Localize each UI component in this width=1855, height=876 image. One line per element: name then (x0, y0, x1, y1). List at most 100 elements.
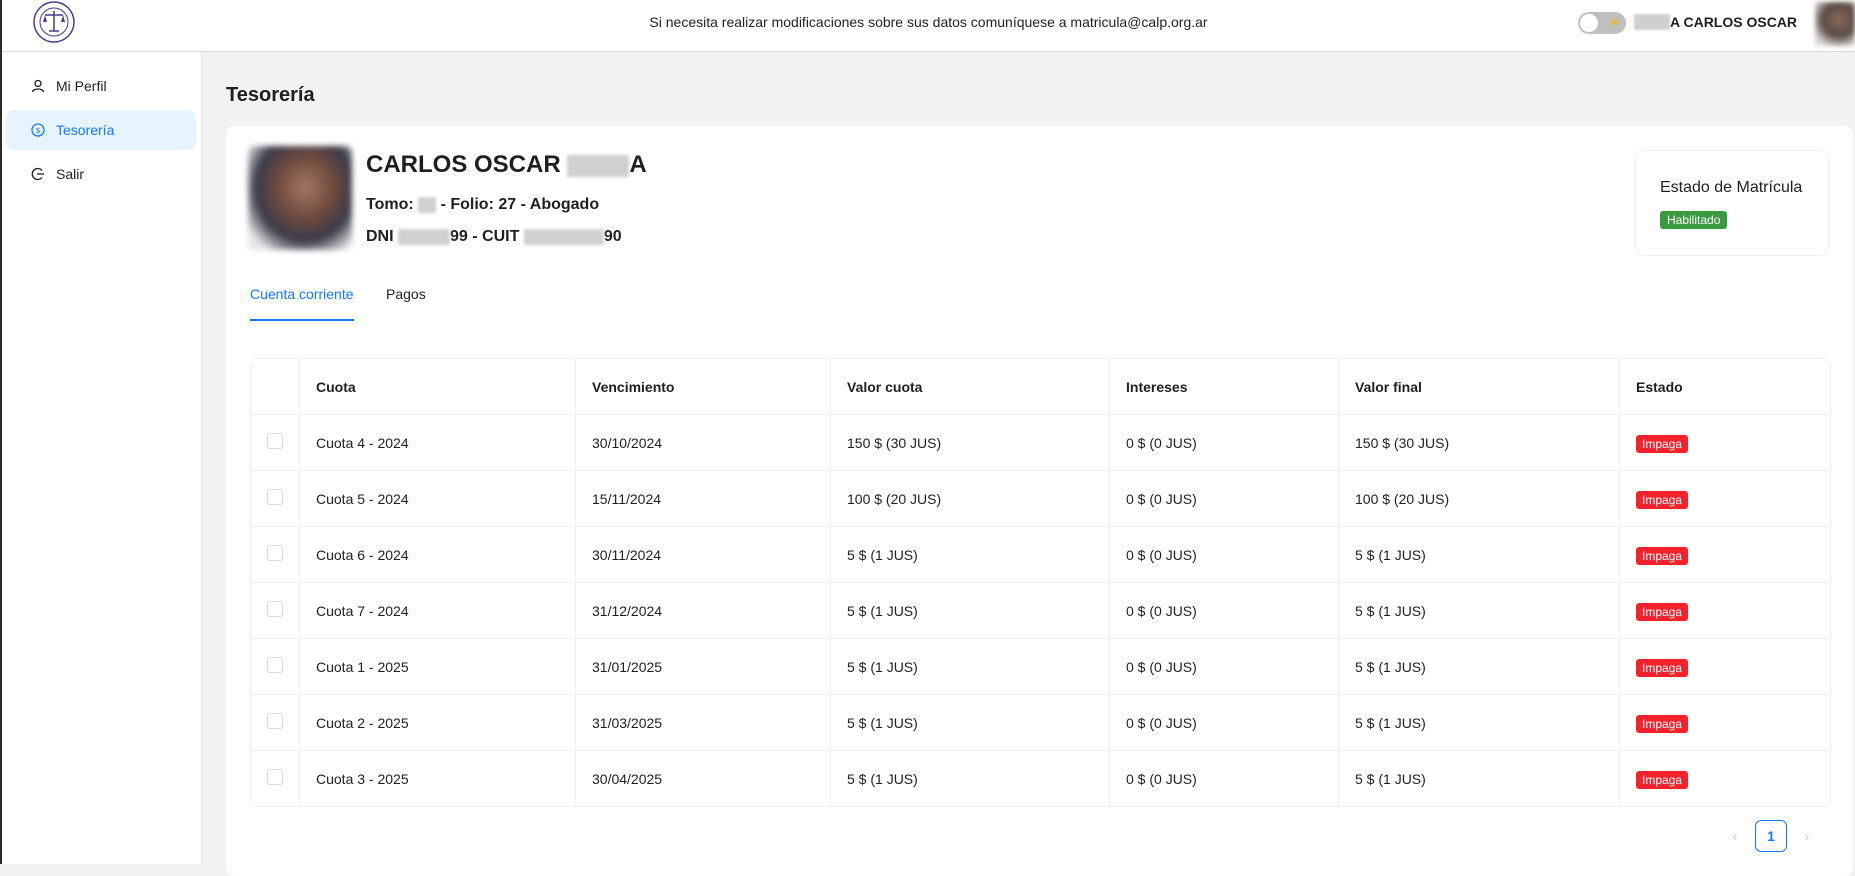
sidebar-item-salir[interactable]: Salir (6, 154, 196, 194)
cell-valor-final: 5 $ (1 JUS) (1338, 750, 1620, 806)
dni-tail: 99 (450, 228, 468, 245)
cell-valor-cuota: 150 $ (30 JUS) (830, 414, 1110, 471)
chevron-left-icon[interactable]: ‹ (1719, 828, 1751, 844)
cell-cuota: Cuota 5 - 2024 (299, 470, 576, 527)
cell-valor-cuota: 5 $ (1 JUS) (830, 582, 1110, 639)
profile-name: CARLOS OSCAR A (366, 151, 647, 179)
dollar-circle-icon: $ (30, 122, 46, 138)
cell-cuota: Cuota 1 - 2025 (299, 638, 576, 695)
row-checkbox[interactable] (267, 713, 283, 729)
row-checkbox[interactable] (267, 657, 283, 673)
cell-cuota: Cuota 6 - 2024 (299, 526, 576, 583)
status-badge: Impaga (1636, 490, 1689, 509)
redacted-text (398, 228, 451, 245)
cell-intereses: 0 $ (0 JUS) (1109, 582, 1339, 639)
svg-text:$: $ (35, 126, 40, 135)
cell-intereses: 0 $ (0 JUS) (1109, 638, 1339, 695)
user-name[interactable]: A CARLOS OSCAR (1634, 14, 1797, 30)
table-row: Cuota 3 - 2025 30/04/2025 5 $ (1 JUS) 0 … (251, 750, 1830, 806)
profile-name-suffix: A (629, 151, 647, 178)
sidebar-item-tesoreria[interactable]: $ Tesorería (6, 110, 196, 150)
cuit-label: - CUIT (472, 228, 520, 245)
toggle-knob (1580, 14, 1598, 32)
redacted-text (567, 154, 630, 177)
profile-name-text: CARLOS OSCAR (366, 151, 561, 178)
row-checkbox[interactable] (267, 489, 283, 505)
cell-cuota: Cuota 4 - 2024 (299, 414, 576, 471)
cell-valor-final: 5 $ (1 JUS) (1338, 694, 1620, 751)
profile-tomo-folio: Tomo: - Folio: 27 - Abogado (366, 196, 599, 214)
chevron-right-icon[interactable]: › (1791, 828, 1823, 844)
top-bar: Si necesita realizar modificaciones sobr… (2, 0, 1855, 52)
cell-vencimiento: 30/04/2025 (575, 750, 831, 806)
table-row: Cuota 2 - 2025 31/03/2025 5 $ (1 JUS) 0 … (251, 694, 1830, 751)
cuit-tail: 90 (603, 228, 622, 245)
column-header-vencimiento: Vencimiento (575, 359, 831, 415)
logout-icon (30, 166, 46, 182)
tab-pagos[interactable]: Pagos (386, 286, 426, 302)
cell-intereses: 0 $ (0 JUS) (1109, 750, 1339, 806)
cell-valor-cuota: 5 $ (1 JUS) (830, 526, 1110, 583)
table-row: Cuota 6 - 2024 30/11/2024 5 $ (1 JUS) 0 … (251, 526, 1830, 583)
sidebar: Mi Perfil $ Tesorería Salir (2, 52, 202, 864)
cuotas-table: Cuota Vencimiento Valor cuota Intereses … (250, 358, 1831, 807)
column-header-valor-cuota: Valor cuota (830, 359, 1110, 415)
cell-valor-final: 5 $ (1 JUS) (1338, 582, 1620, 639)
cell-intereses: 0 $ (0 JUS) (1109, 694, 1339, 751)
redacted-text (1634, 14, 1670, 30)
cell-valor-cuota: 5 $ (1 JUS) (830, 750, 1110, 806)
cell-valor-final: 5 $ (1 JUS) (1338, 526, 1620, 583)
treasury-card: CARLOS OSCAR A Tomo: - Folio: 27 - Aboga… (226, 126, 1853, 876)
dni-label: DNI (366, 228, 394, 245)
status-badge: Impaga (1636, 658, 1689, 677)
cell-intereses: 0 $ (0 JUS) (1109, 470, 1339, 527)
redacted-text (523, 228, 604, 245)
page-number[interactable]: 1 (1755, 820, 1787, 852)
page-title: Tesorería (226, 84, 315, 106)
estado-matricula-box: Estado de Matrícula Habilitado (1635, 150, 1829, 256)
cell-vencimiento: 30/11/2024 (575, 526, 831, 583)
cell-vencimiento: 31/01/2025 (575, 638, 831, 695)
active-tab-indicator (250, 319, 354, 321)
tomo-label: Tomo: (366, 196, 414, 213)
table-row: Cuota 5 - 2024 15/11/2024 100 $ (20 JUS)… (251, 470, 1830, 527)
row-checkbox[interactable] (267, 601, 283, 617)
sidebar-item-label: Mi Perfil (56, 78, 107, 94)
avatar[interactable] (1815, 2, 1855, 46)
row-checkbox[interactable] (267, 433, 283, 449)
column-header-cuota: Cuota (299, 359, 576, 415)
cell-vencimiento: 15/11/2024 (575, 470, 831, 527)
cell-intereses: 0 $ (0 JUS) (1109, 414, 1339, 471)
cell-cuota: Cuota 3 - 2025 (299, 750, 576, 806)
sun-icon: ☀ (1608, 15, 1620, 30)
cell-valor-final: 5 $ (1 JUS) (1338, 638, 1620, 695)
sidebar-item-label: Salir (56, 166, 85, 182)
status-badge: Impaga (1636, 714, 1689, 733)
cell-vencimiento: 31/03/2025 (575, 694, 831, 751)
row-checkbox[interactable] (267, 545, 283, 561)
status-badge: Impaga (1636, 546, 1689, 565)
table-row: Cuota 4 - 2024 30/10/2024 150 $ (30 JUS)… (251, 414, 1830, 471)
redacted-text (418, 196, 437, 213)
sidebar-item-mi-perfil[interactable]: Mi Perfil (6, 66, 196, 106)
cell-valor-cuota: 100 $ (20 JUS) (830, 470, 1110, 527)
select-column-header (251, 359, 300, 415)
column-header-estado: Estado (1619, 359, 1830, 415)
pagination: ‹ 1 › (1719, 820, 1823, 852)
profile-dni-cuit: DNI 99 - CUIT 90 (366, 228, 622, 246)
tab-cuenta-corriente[interactable]: Cuenta corriente (250, 286, 354, 302)
cell-intereses: 0 $ (0 JUS) (1109, 526, 1339, 583)
table-row: Cuota 7 - 2024 31/12/2024 5 $ (1 JUS) 0 … (251, 582, 1830, 639)
column-header-valor-final: Valor final (1338, 359, 1620, 415)
status-badge: Impaga (1636, 770, 1689, 789)
user-name-text: A CARLOS OSCAR (1670, 14, 1798, 30)
column-header-intereses: Intereses (1109, 359, 1339, 415)
table-row: Cuota 1 - 2025 31/01/2025 5 $ (1 JUS) 0 … (251, 638, 1830, 695)
cell-cuota: Cuota 7 - 2024 (299, 582, 576, 639)
row-checkbox[interactable] (267, 769, 283, 785)
cell-valor-cuota: 5 $ (1 JUS) (830, 694, 1110, 751)
cell-cuota: Cuota 2 - 2025 (299, 694, 576, 751)
status-badge: Habilitado (1660, 211, 1728, 229)
cell-vencimiento: 31/12/2024 (575, 582, 831, 639)
theme-toggle[interactable]: ☀ (1578, 12, 1626, 34)
